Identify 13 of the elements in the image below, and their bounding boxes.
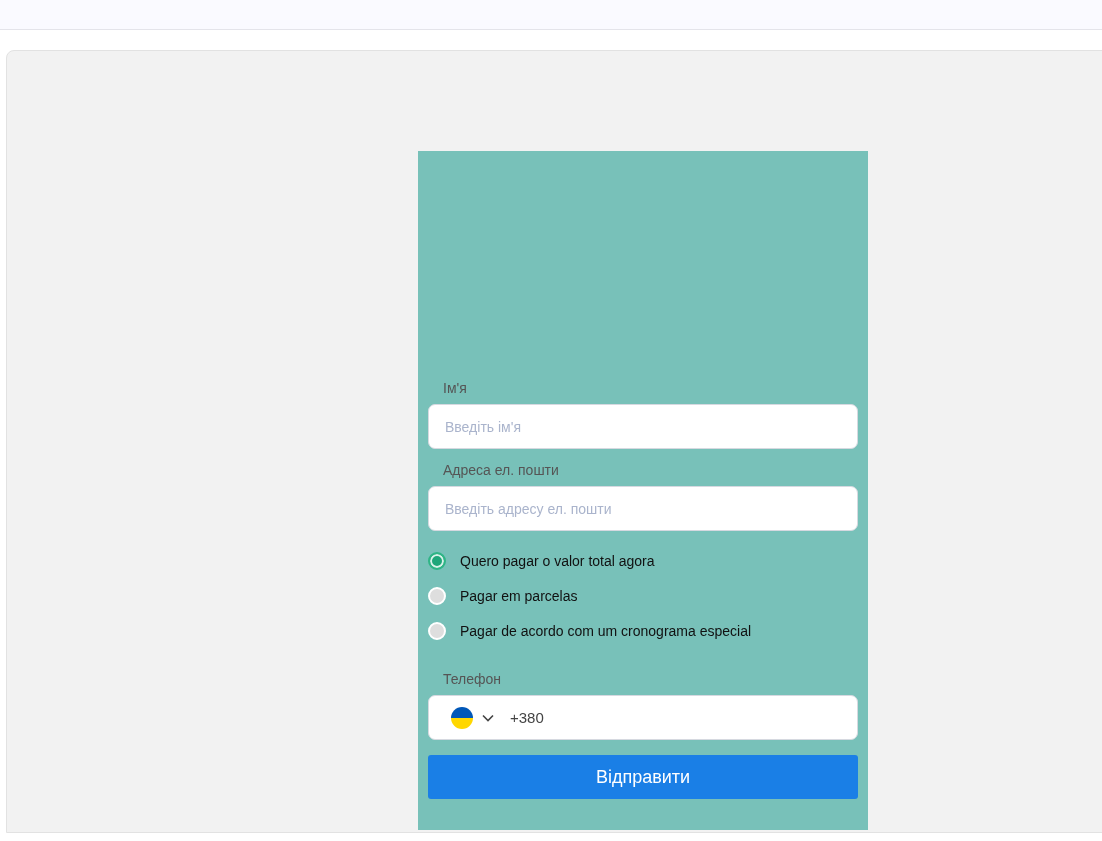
option-label: Quero pagar o valor total agora	[460, 552, 655, 569]
submit-button[interactable]: Відправити	[428, 755, 858, 799]
input-field[interactable]: Введіть ім'я	[428, 404, 858, 449]
phone-field[interactable]: +380	[428, 695, 858, 740]
field-label: Адреса ел. пошти	[443, 461, 560, 479]
option-label: Pagar em parcelas	[460, 587, 578, 604]
input-field[interactable]: Введіть адресу ел. пошти	[428, 486, 858, 531]
field-label: Ім'я	[443, 379, 468, 397]
radio-button[interactable]	[428, 551, 446, 570]
flag-icon[interactable]	[451, 706, 473, 729]
option-label: Pagar de acordo com um cronograma especial	[460, 622, 752, 639]
chevron-down-icon[interactable]	[482, 713, 494, 722]
field-label: Телефон	[443, 670, 503, 688]
